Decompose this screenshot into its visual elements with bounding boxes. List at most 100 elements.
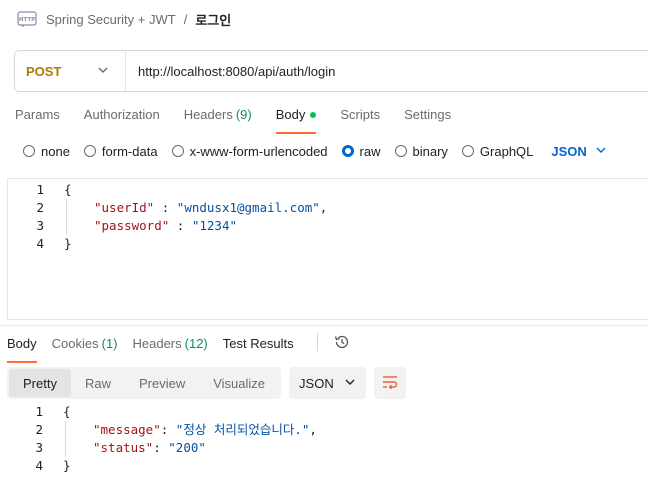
view-preview-button[interactable]: Preview: [125, 369, 199, 397]
tab-label: Authorization: [83, 107, 160, 122]
radio-button[interactable]: [171, 145, 184, 157]
radio-button[interactable]: [83, 145, 96, 157]
breadcrumb: HTTP Spring Security + JWT / 로그인: [16, 8, 231, 30]
svg-text:HTTP: HTTP: [19, 17, 35, 23]
request-url-bar: POST: [14, 50, 648, 92]
line-number: 3: [35, 440, 43, 455]
tab-headers[interactable]: Headers (9): [184, 104, 252, 134]
radio-x-www-form-urlencoded[interactable]: x-www-form-urlencoded: [171, 143, 328, 159]
radio-form-data[interactable]: form-data: [83, 143, 158, 159]
response-tabs: Body Cookies (1) Headers (12) Test Resul…: [7, 333, 351, 363]
json-separator: :: [169, 218, 192, 233]
radio-label: raw: [359, 143, 381, 159]
section-divider: [0, 325, 648, 326]
radio-button[interactable]: [394, 145, 407, 157]
http-icon: HTTP: [16, 8, 38, 30]
request-body-editor[interactable]: 1 2 3 4 { "userId" : "wndusx1@gmail.com"…: [7, 178, 648, 320]
json-key: "userId": [94, 200, 155, 215]
code-close-brace: }: [64, 236, 72, 251]
history-icon[interactable]: [333, 333, 351, 351]
tab-body[interactable]: Body: [275, 104, 317, 134]
radio-none[interactable]: none: [23, 144, 70, 159]
language-label: JSON: [551, 143, 587, 159]
line-number: 4: [36, 236, 44, 251]
json-separator: :: [160, 422, 176, 437]
cookies-count: (1): [101, 336, 118, 351]
format-label: JSON: [299, 375, 334, 391]
tab-scripts[interactable]: Scripts: [340, 104, 380, 134]
response-format-select[interactable]: JSON: [289, 367, 367, 399]
wrap-lines-button[interactable]: [374, 367, 407, 399]
json-separator: :: [153, 440, 169, 455]
indent-guide: [66, 199, 67, 235]
tab-params[interactable]: Params: [15, 104, 60, 134]
radio-binary[interactable]: binary: [394, 143, 448, 159]
body-indicator-dot: [310, 112, 317, 118]
line-number: 4: [35, 458, 43, 473]
chevron-down-icon: [97, 64, 109, 79]
tab-label: Scripts: [340, 107, 381, 122]
radio-graphql[interactable]: GraphQL: [461, 143, 534, 159]
json-value: "정상 처리되었습니다.": [175, 422, 310, 437]
code-close-brace: }: [63, 458, 71, 473]
radio-label: binary: [412, 143, 448, 159]
tab-divider: [316, 333, 318, 351]
code-open-brace: {: [64, 182, 72, 197]
json-comma: ,: [319, 200, 328, 215]
tab-label: Headers: [183, 107, 233, 122]
view-pretty-button[interactable]: Pretty: [9, 369, 71, 397]
line-number: 2: [35, 422, 43, 437]
json-comma: ,: [309, 422, 317, 437]
breadcrumb-collection[interactable]: Spring Security + JWT: [46, 12, 176, 27]
tab-label: Body: [275, 107, 306, 122]
json-value: "wndusx1@gmail.com": [176, 200, 320, 215]
language-select[interactable]: JSON: [551, 144, 606, 159]
response-tab-cookies[interactable]: Cookies (1): [52, 333, 118, 363]
response-view-switcher: Pretty Raw Preview Visualize: [7, 367, 282, 399]
radio-button-selected[interactable]: [341, 145, 354, 157]
headers-count: (9): [235, 107, 252, 122]
chevron-down-icon: [344, 376, 356, 391]
json-key: "message": [93, 422, 161, 437]
tab-label: Cookies: [51, 336, 99, 351]
indent-guide: [65, 421, 66, 457]
radio-label: GraphQL: [479, 143, 534, 159]
response-headers-count: (12): [184, 336, 208, 351]
tab-label: Headers: [132, 336, 182, 351]
wrap-lines-icon: [381, 373, 399, 394]
radio-raw[interactable]: raw: [341, 143, 381, 159]
tab-label: Test Results: [222, 336, 294, 351]
code-line: "status": "200": [93, 439, 206, 457]
url-input[interactable]: [126, 51, 648, 91]
view-visualize-button[interactable]: Visualize: [199, 369, 279, 397]
view-raw-button[interactable]: Raw: [71, 369, 125, 397]
response-tab-test-results[interactable]: Test Results: [223, 333, 294, 363]
tab-authorization[interactable]: Authorization: [84, 104, 160, 134]
breadcrumb-separator: /: [183, 11, 188, 27]
json-key: "password": [94, 218, 170, 233]
radio-label: x-www-form-urlencoded: [189, 143, 328, 159]
response-body-viewer[interactable]: 1 2 3 4 { "message": "정상 처리되었습니다.", "sta…: [7, 403, 647, 483]
breadcrumb-request-name[interactable]: 로그인: [195, 10, 231, 29]
body-type-options: none form-data x-www-form-urlencoded raw…: [23, 142, 607, 160]
response-tab-headers[interactable]: Headers (12): [133, 333, 208, 363]
tab-label: Body: [7, 336, 37, 351]
radio-button[interactable]: [461, 145, 474, 157]
tab-settings[interactable]: Settings: [404, 104, 451, 134]
radio-label: none: [41, 143, 70, 159]
json-value: "1234": [191, 218, 237, 233]
tab-label: Params: [15, 107, 60, 122]
json-key: "status": [93, 440, 154, 455]
tab-label: Settings: [404, 107, 452, 122]
line-number: 1: [35, 404, 43, 419]
radio-label: form-data: [101, 143, 158, 159]
radio-button[interactable]: [23, 145, 35, 157]
code-line: "password" : "1234": [94, 217, 237, 235]
method-label: POST: [26, 63, 62, 79]
response-tab-body[interactable]: Body: [7, 333, 37, 363]
request-tabs: Params Authorization Headers (9) Body Sc…: [15, 104, 451, 134]
line-number: 1: [36, 182, 44, 197]
chevron-down-icon: [595, 144, 607, 159]
json-separator: :: [154, 200, 177, 215]
method-select[interactable]: POST: [15, 51, 126, 91]
